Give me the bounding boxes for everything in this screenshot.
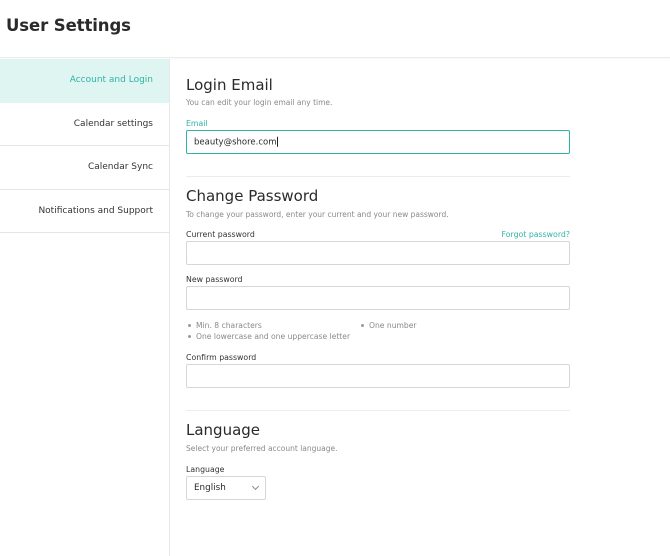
language-select[interactable]: English <box>186 476 266 500</box>
current-password-field[interactable] <box>186 241 570 265</box>
login-email-title: Login Email <box>186 76 273 94</box>
sidebar-item-label: Calendar Sync <box>87 162 153 173</box>
current-password-label: Current password <box>186 230 255 239</box>
page-header: User Settings <box>0 0 670 58</box>
sidebar-item-notifications-and-support[interactable]: Notifications and Support <box>0 190 169 233</box>
email-value: beauty@shore.com <box>194 137 277 148</box>
bullet-icon <box>361 324 364 327</box>
section-divider <box>186 176 570 177</box>
chevron-down-icon <box>251 482 260 491</box>
text-caret <box>276 136 278 147</box>
sidebar-item-label: Calendar settings <box>73 118 153 129</box>
bullet-icon <box>188 335 191 338</box>
confirm-password-field[interactable] <box>186 364 570 388</box>
requirement-min-characters: Min. 8 characters <box>188 321 262 330</box>
confirm-password-label: Confirm password <box>186 353 257 362</box>
language-subtitle: Select your preferred account language. <box>186 444 338 453</box>
login-email-subtitle: You can edit your login email any time. <box>186 98 333 107</box>
sidebar-item-calendar-sync[interactable]: Calendar Sync <box>0 146 169 190</box>
sidebar-item-label: Account and Login <box>69 75 153 86</box>
change-password-title: Change Password <box>186 187 319 205</box>
forgot-password-link[interactable]: Forgot password? <box>502 230 570 239</box>
email-field[interactable]: beauty@shore.com <box>186 130 570 154</box>
page-title: User Settings <box>6 16 131 35</box>
email-label: Email <box>186 119 208 128</box>
bullet-icon <box>188 324 191 327</box>
language-label: Language <box>186 465 225 474</box>
new-password-label: New password <box>186 275 243 284</box>
language-selected-value: English <box>194 483 226 493</box>
requirement-number: One number <box>361 321 417 330</box>
change-password-subtitle: To change your password, enter your curr… <box>186 210 449 219</box>
sidebar-item-account-and-login[interactable]: Account and Login <box>0 59 169 103</box>
sidebar-item-label: Notifications and Support <box>38 205 153 216</box>
requirement-letter-case: One lowercase and one uppercase letter <box>188 332 350 341</box>
language-title: Language <box>186 421 261 439</box>
new-password-field[interactable] <box>186 286 570 310</box>
settings-sidebar: Account and Login Calendar settings Cale… <box>0 59 170 556</box>
section-divider <box>186 410 570 411</box>
sidebar-item-calendar-settings[interactable]: Calendar settings <box>0 103 169 146</box>
